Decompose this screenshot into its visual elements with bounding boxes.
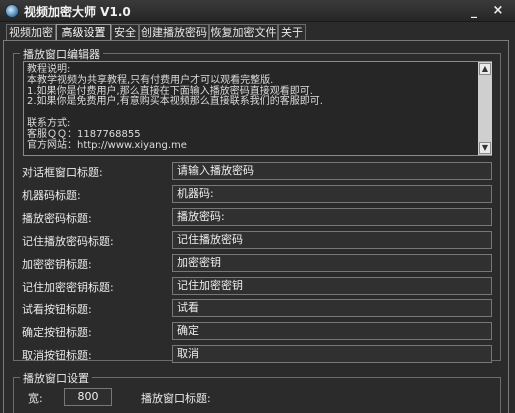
encryption-key-input[interactable]: 加密密钥 bbox=[172, 254, 492, 272]
memo-line: 本教学视频为共享教程,只有付费用户才可以观看完整版. bbox=[27, 74, 274, 86]
machine-code-input[interactable]: 机器码: bbox=[172, 185, 492, 203]
tab-advanced-settings[interactable]: 高级设置 bbox=[56, 24, 111, 41]
cancel-button-input[interactable]: 取消 bbox=[172, 345, 492, 363]
tab-video-encrypt[interactable]: 视频加密 bbox=[6, 24, 56, 40]
instructions-text: 教程说明: 本教学视频为共享教程,只有付费用户才可以观看完整版. 1.如果你是付… bbox=[27, 64, 475, 150]
group-title: 播放窗口设置 bbox=[20, 370, 92, 386]
dialog-title-input[interactable]: 请输入播放密码 bbox=[172, 162, 492, 180]
confirm-button-input[interactable]: 确定 bbox=[172, 322, 492, 340]
player-title-label: 播放窗口标题: bbox=[141, 392, 211, 405]
encryption-key-label: 加密密钥标题: bbox=[22, 258, 92, 271]
memo-line bbox=[27, 107, 475, 118]
scroll-up-icon[interactable]: ▲ bbox=[479, 63, 491, 75]
remember-password-input[interactable]: 记住播放密码 bbox=[172, 231, 492, 249]
memo-line: 2.如果你是免费用户,有意购买本视频那么直接联系我们的客服即可. bbox=[27, 96, 323, 108]
group-title: 播放窗口编辑器 bbox=[20, 46, 103, 62]
remember-key-input[interactable]: 记住加密密钥 bbox=[172, 277, 492, 295]
title-bar: 视频加密大师 V1.0 _ × bbox=[0, 0, 515, 22]
remember-key-label: 记住加密密钥标题: bbox=[22, 281, 114, 294]
scroll-down-icon[interactable]: ▼ bbox=[479, 142, 491, 154]
dialog-title-label: 对话框窗口标题: bbox=[22, 166, 103, 179]
window-title: 视频加密大师 V1.0 bbox=[24, 5, 131, 19]
memo-line: 1.如果你是付费用户,那么直接在下面输入播放密码直接观看即可. bbox=[27, 85, 313, 97]
machine-code-label: 机器码标题: bbox=[22, 189, 81, 202]
tab-about[interactable]: 关于 bbox=[278, 24, 306, 40]
preview-button-input[interactable]: 试看 bbox=[172, 299, 492, 317]
preview-button-label: 试看按钮标题: bbox=[22, 303, 92, 316]
play-password-input[interactable]: 播放密码: bbox=[172, 208, 492, 226]
memo-scrollbar[interactable]: ▲ ▼ bbox=[478, 62, 492, 155]
app-icon bbox=[5, 4, 19, 18]
remember-password-label: 记住播放密码标题: bbox=[22, 235, 114, 248]
tab-restore-encrypted-file[interactable]: 恢复加密文件 bbox=[209, 24, 278, 40]
width-input[interactable]: 800 bbox=[64, 388, 112, 406]
memo-line: 客服ＱＱ：1187768855 bbox=[27, 128, 141, 140]
memo-line: 联系方式: bbox=[27, 117, 71, 129]
cancel-button-label: 取消按钮标题: bbox=[22, 349, 92, 362]
width-label: 宽: bbox=[28, 392, 43, 405]
memo-line: 官方网站：http://www.xiyang.me bbox=[27, 139, 187, 151]
memo-line: 教程说明: bbox=[27, 64, 71, 75]
tab-create-play-password[interactable]: 创建播放密码 bbox=[139, 24, 209, 40]
minimize-button[interactable]: _ bbox=[465, 3, 483, 19]
confirm-button-label: 确定按钮标题: bbox=[22, 326, 92, 339]
play-password-label: 播放密码标题: bbox=[22, 212, 92, 225]
close-button[interactable]: × bbox=[489, 3, 507, 19]
instructions-textarea[interactable]: 教程说明: 本教学视频为共享教程,只有付费用户才可以观看完整版. 1.如果你是付… bbox=[23, 61, 492, 156]
tab-security[interactable]: 安全 bbox=[111, 24, 139, 40]
